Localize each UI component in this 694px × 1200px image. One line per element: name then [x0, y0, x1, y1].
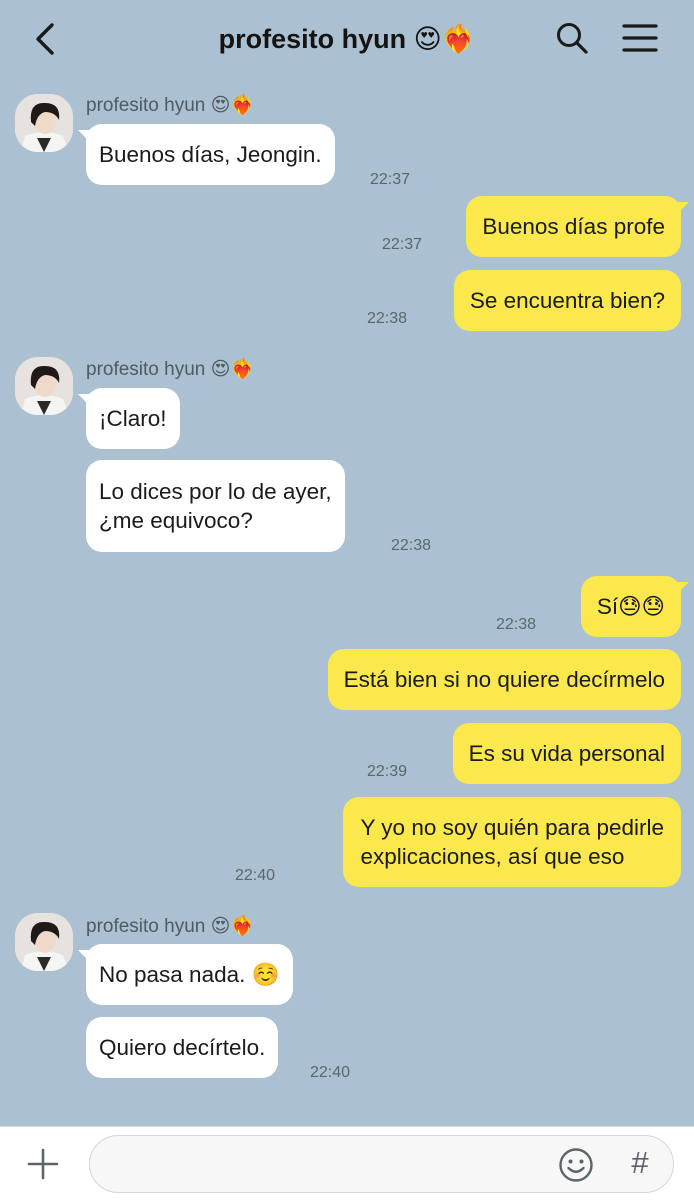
message-bubble-incoming[interactable]: No pasa nada. ☺️ [78, 944, 293, 1005]
sender-name: profesito hyun 😍❤️‍🔥 [86, 916, 255, 937]
message-time: 22:39 [367, 763, 408, 780]
message-bubble-incoming[interactable]: Quiero decírtelo. [86, 1017, 279, 1078]
message-bubble-outgoing[interactable]: Se encuentra bien? [453, 270, 681, 331]
hamburger-menu-icon [622, 24, 658, 52]
message-line: explicaciones, así que eso [360, 844, 625, 869]
message-time: 22:38 [496, 616, 537, 633]
plus-icon [27, 1148, 59, 1180]
message-line: Lo dices por lo de ayer, [99, 479, 332, 504]
message-line: ¿me equivoco? [99, 508, 253, 533]
profile-photo-icon [15, 913, 73, 971]
message-time: 22:38 [367, 310, 408, 327]
message-time: 22:40 [310, 1064, 351, 1081]
hashtag-button[interactable]: # [624, 1143, 656, 1183]
message-bubble-incoming[interactable]: Lo dices por lo de ayer, ¿me equivoco? [86, 460, 345, 552]
message-bubble-outgoing[interactable]: Y yo no soy quién para pedirle explicaci… [343, 797, 681, 887]
chat-header: profesito hyun 😍❤️‍🔥 [0, 0, 694, 78]
search-button[interactable] [554, 20, 590, 56]
message-bubble-outgoing[interactable]: Sí😓😓 [580, 576, 690, 637]
search-icon [557, 23, 588, 54]
message-line: Y yo no soy quién para pedirle [360, 815, 664, 840]
sender-name: profesito hyun 😍❤️‍🔥 [86, 95, 255, 116]
message-time: 22:37 [382, 236, 423, 253]
message-bubble-outgoing[interactable]: Está bien si no quiere decírmelo [327, 649, 681, 710]
message-time: 22:38 [391, 537, 432, 554]
message-bubble-incoming[interactable]: ¡Claro! [78, 388, 180, 449]
message-time: 22:37 [370, 171, 411, 188]
emoji-button[interactable] [558, 1147, 594, 1183]
sender-name: profesito hyun 😍❤️‍🔥 [86, 359, 255, 380]
profile-photo-icon [15, 357, 73, 415]
message-bubble-outgoing[interactable]: Buenos días profe [466, 196, 689, 257]
message-bubble-incoming[interactable]: Buenos días, Jeongin. [78, 124, 335, 185]
contact-avatar[interactable] [15, 94, 73, 152]
hashtag-icon: # [631, 1145, 649, 1180]
menu-button[interactable] [620, 20, 660, 56]
add-attachment-button[interactable] [26, 1147, 60, 1181]
smiley-icon [559, 1148, 593, 1182]
message-time: 22:40 [235, 867, 276, 884]
message-composer: # [0, 1126, 694, 1200]
message-bubble-outgoing[interactable]: Es su vida personal [452, 723, 681, 784]
profile-photo-icon [15, 94, 73, 152]
contact-avatar[interactable] [15, 357, 73, 415]
contact-avatar[interactable] [15, 913, 73, 971]
